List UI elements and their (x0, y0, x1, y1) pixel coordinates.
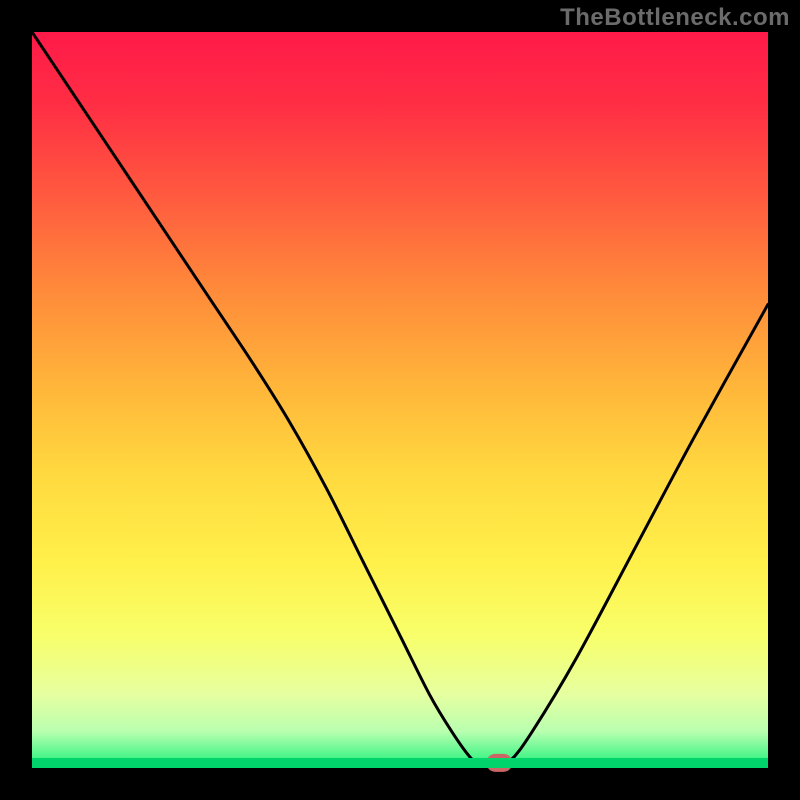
bottleneck-chart (0, 0, 800, 800)
green-baseline (32, 758, 768, 768)
chart-container: TheBottleneck.com (0, 0, 800, 800)
plot-background (32, 32, 768, 768)
watermark-text: TheBottleneck.com (560, 4, 790, 32)
